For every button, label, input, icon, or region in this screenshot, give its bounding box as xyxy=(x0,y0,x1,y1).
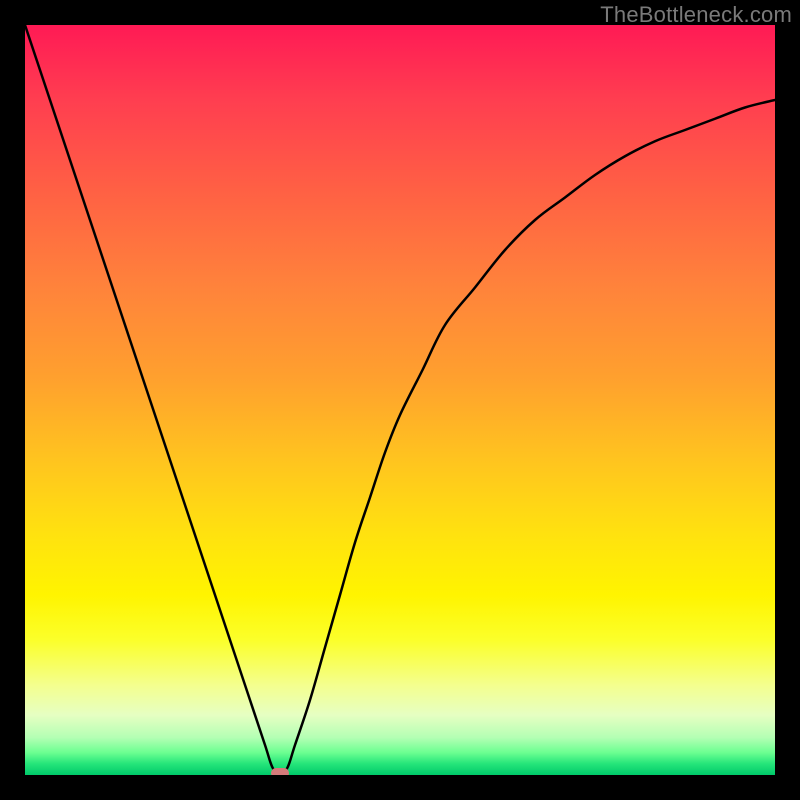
chart-frame: TheBottleneck.com xyxy=(0,0,800,800)
bottleneck-curve xyxy=(25,25,775,775)
plot-area xyxy=(25,25,775,775)
watermark-label: TheBottleneck.com xyxy=(600,2,792,28)
curve-path xyxy=(25,25,775,775)
minimum-marker xyxy=(271,768,289,775)
